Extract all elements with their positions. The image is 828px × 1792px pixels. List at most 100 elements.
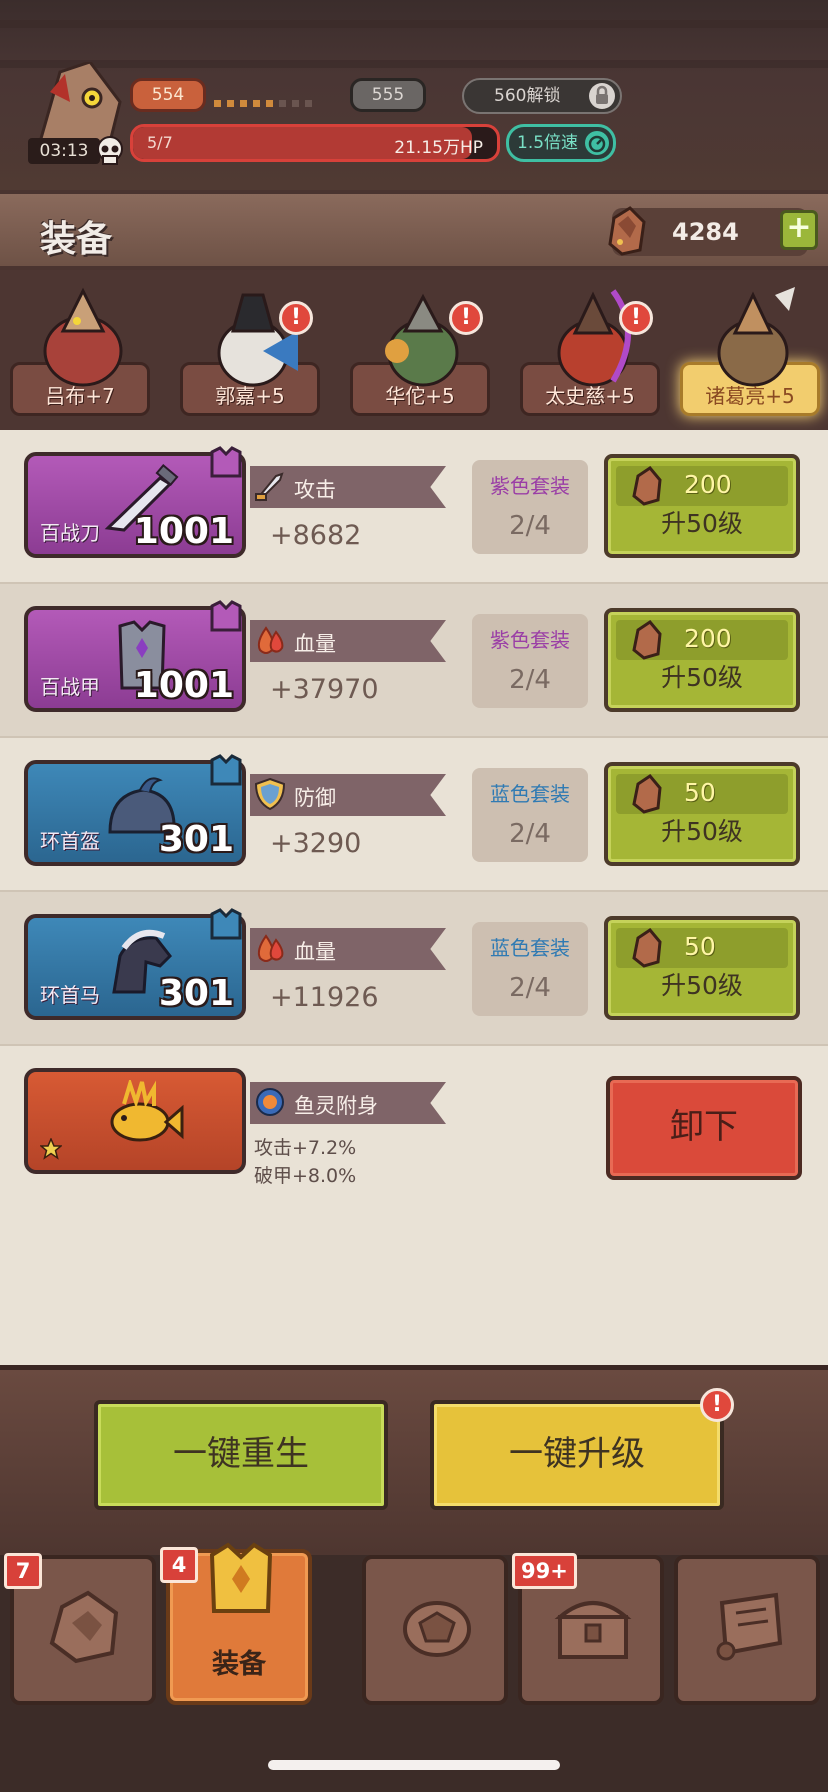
upgrade-button[interactable]: 50 升50级 — [604, 762, 800, 866]
boss-timer: 03:13 — [28, 138, 100, 164]
hp-value: 21.15万HP — [394, 138, 483, 158]
speed-gauge-icon — [585, 131, 609, 155]
upgrade-button[interactable]: 200 升50级 — [604, 608, 800, 712]
set-bonus-box[interactable]: 紫色套装 2/4 — [472, 460, 588, 554]
one-click-rebirth-button[interactable]: 一键重生 — [94, 1400, 388, 1510]
upgrade-button[interactable]: 50 升50级 — [604, 916, 800, 1020]
stat-value: +11926 — [270, 982, 379, 1013]
add-ore-button[interactable]: + — [780, 210, 818, 250]
alert-badge: ! — [700, 1388, 734, 1422]
rebirth-label: 一键重生 — [173, 1434, 309, 1474]
upgrade-all-label: 一键升级 — [509, 1434, 645, 1474]
hero-card[interactable]: ! 华佗+5 — [350, 293, 490, 416]
set-count: 2/4 — [509, 665, 551, 695]
set-bonus-box[interactable]: 紫色套装 2/4 — [472, 614, 588, 708]
unequip-button[interactable]: 卸下 — [606, 1076, 802, 1180]
equipment-level: 1001 — [133, 665, 234, 706]
tab-turtle[interactable] — [362, 1555, 508, 1705]
upgrade-label: 升50级 — [661, 509, 743, 538]
equipment-name: 环首马 — [40, 983, 100, 1007]
set-count: 2/4 — [509, 973, 551, 1003]
set-label: 蓝色套装 — [490, 936, 570, 960]
battle-hud: 03:13 554 555 560解锁 5/7 21.15万HP 1.5倍速 — [0, 0, 828, 190]
spirit-orb-icon — [256, 1088, 284, 1116]
alert-badge: ! — [279, 301, 313, 335]
ore-currency: 4284 — [608, 206, 808, 256]
purple-armor-badge-icon — [210, 446, 242, 478]
upgrade-button[interactable]: 200 升50级 — [604, 454, 800, 558]
equipment-level: 1001 — [133, 511, 234, 552]
ore-icon — [608, 206, 646, 256]
ore-amount: 4284 — [672, 218, 739, 246]
chest-icon — [554, 1601, 632, 1659]
set-count: 2/4 — [509, 511, 551, 541]
hero-portrait — [217, 293, 298, 387]
upgrade-label: 升50级 — [661, 817, 743, 846]
hero-name: 太史慈+5 — [545, 384, 635, 408]
speed-label: 1.5倍速 — [517, 133, 579, 153]
blue-armor-badge-icon — [210, 754, 242, 786]
turtle-shell-icon — [403, 1601, 471, 1657]
equipment-row: 环首马 301 血量 +11926 蓝色套装 2/4 50 升50级 — [0, 892, 828, 1046]
upgrade-cost: 200 — [684, 470, 732, 499]
upgrade-cost: 200 — [684, 624, 732, 653]
current-wave: 554 — [130, 78, 206, 112]
hero-portrait — [385, 293, 459, 387]
blue-armor-badge-icon — [210, 908, 242, 940]
hero-card-selected[interactable]: 诸葛亮+5 — [680, 287, 820, 416]
tab-count-badge: 4 — [160, 1547, 198, 1583]
set-bonus-box[interactable]: 蓝色套装 2/4 — [472, 922, 588, 1016]
equipment-name: 百战甲 — [40, 675, 100, 699]
hero-card[interactable]: 吕布+7 — [10, 287, 150, 416]
shield-icon — [254, 777, 286, 811]
hero-portrait — [43, 287, 123, 387]
stat-value: +37970 — [270, 674, 379, 705]
spirit-bonus-line: 攻击+7.2% — [254, 1137, 357, 1159]
spirit-bonus-line: 破甲+8.0% — [254, 1165, 357, 1187]
set-bonus-box[interactable]: 蓝色套装 2/4 — [472, 768, 588, 862]
tab-equipment[interactable]: 4 装备 — [160, 1542, 312, 1705]
hero-selector: 吕布+7 ! 郭嘉+5 ! 华佗+5 ! 太史慈+5 诸葛亮+5 — [0, 270, 828, 430]
tab-label: 装备 — [212, 1649, 266, 1680]
scroll-icon — [716, 1592, 783, 1661]
equipment-list: 百战刀 1001 攻击 +8682 紫色套装 2/4 200 升50级 百战甲 … — [0, 430, 828, 1365]
next-wave: 555 — [350, 78, 426, 112]
hero-portrait — [557, 289, 631, 387]
equipment-header: 装备 4284 + — [0, 190, 828, 270]
hero-card[interactable]: ! 太史慈+5 — [520, 289, 660, 416]
home-indicator[interactable] — [268, 1760, 560, 1770]
equipment-name: 百战刀 — [40, 521, 100, 545]
equipment-row: 百战刀 1001 攻击 +8682 紫色套装 2/4 200 升50级 — [0, 430, 828, 584]
equipment-level: 301 — [158, 973, 234, 1014]
equipment-level: 301 — [158, 819, 234, 860]
equipment-row: 环首盔 301 防御 +3290 蓝色套装 2/4 50 升50级 — [0, 738, 828, 892]
tab-chest[interactable]: 99+ — [512, 1553, 664, 1705]
upgrade-cost: 50 — [684, 778, 716, 807]
page-title: 装备 — [40, 219, 113, 260]
equipment-slot-spirit[interactable] — [24, 1068, 246, 1174]
alert-badge: ! — [449, 301, 483, 335]
unlock-button[interactable]: 560解锁 — [462, 78, 622, 114]
hero-card[interactable]: ! 郭嘉+5 — [180, 293, 320, 416]
speed-toggle-button[interactable]: 1.5倍速 — [506, 124, 616, 162]
blood-drop-icon — [257, 626, 284, 654]
star-icon — [40, 1138, 62, 1160]
ore-icon — [632, 928, 662, 968]
set-label: 紫色套装 — [490, 474, 570, 498]
hero-name: 华佗+5 — [385, 384, 455, 408]
tab-count-badge: 7 — [4, 1553, 42, 1589]
set-label: 紫色套装 — [490, 628, 570, 652]
tab-scroll[interactable] — [674, 1555, 820, 1705]
bulk-action-bar: 一键重生 一键升级 ! — [0, 1365, 828, 1555]
one-click-upgrade-button[interactable]: 一键升级 ! — [430, 1388, 734, 1510]
tab-ore[interactable]: 7 — [4, 1553, 156, 1705]
tab-count-badge: 99+ — [512, 1553, 577, 1589]
hero-name: 吕布+7 — [45, 384, 115, 408]
set-label: 蓝色套装 — [490, 782, 570, 806]
ore-icon — [632, 774, 662, 814]
alert-badge: ! — [619, 301, 653, 335]
hero-name: 郭嘉+5 — [215, 384, 285, 408]
bottom-tab-bar: 7 4 装备 99+ — [0, 1542, 828, 1792]
set-count: 2/4 — [509, 819, 551, 849]
spirit-bonuses: 攻击+7.2% 破甲+8.0% — [254, 1134, 356, 1190]
